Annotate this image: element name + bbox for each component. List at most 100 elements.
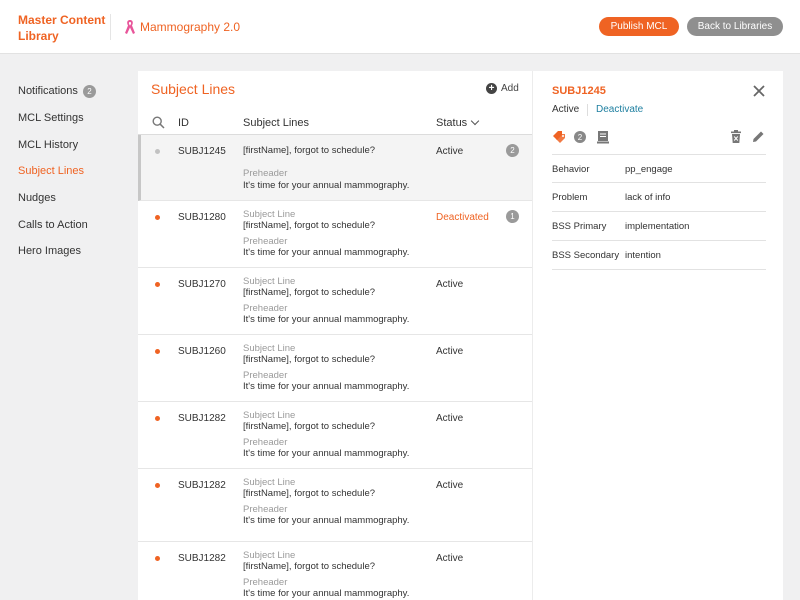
row-status-dot [155, 282, 160, 287]
sidebar-nav: Notifications 2 MCL Settings MCL History… [18, 78, 128, 265]
comment-count-badge[interactable]: 2 [574, 131, 586, 143]
trash-icon[interactable] [730, 130, 742, 144]
sidebar-item-label: Hero Images [18, 245, 81, 258]
detail-title: SUBJ1245 [552, 85, 606, 97]
table-row[interactable]: SUBJ1282 Subject Line [firstName], forgo… [138, 542, 532, 600]
row-subject-label: Subject Line [243, 343, 296, 354]
row-status: Active [436, 553, 464, 564]
row-preheader-label: Preheader [243, 168, 288, 179]
row-id: SUBJ1282 [178, 553, 226, 564]
detail-toolbar: 2 [552, 130, 766, 144]
row-preheader: It's time for your annual mammography. [243, 588, 410, 599]
row-id: SUBJ1260 [178, 346, 226, 357]
field-key-bss-secondary: BSS Secondary [552, 250, 620, 261]
table-row[interactable]: SUBJ1245 [firstName], forgot to schedule… [138, 135, 532, 201]
publish-mcl-button[interactable]: Publish MCL [599, 17, 679, 36]
row-id: SUBJ1282 [178, 480, 226, 491]
sidebar-item-label: Subject Lines [18, 165, 85, 178]
tags-icon[interactable] [552, 130, 567, 144]
sidebar-item-mcl-settings[interactable]: MCL Settings [18, 105, 128, 132]
table-row[interactable]: SUBJ1282 Subject Line [firstName], forgo… [138, 402, 532, 469]
row-preheader: It's time for your annual mammography. [243, 381, 410, 392]
row-subject-line: [firstName], forgot to schedule? [243, 561, 376, 572]
status-divider [587, 104, 588, 116]
document-icon[interactable] [597, 130, 609, 144]
field-key-bss-primary: BSS Primary [552, 221, 607, 232]
field-value-problem: lack of info [625, 192, 671, 203]
row-id: SUBJ1280 [178, 212, 226, 223]
brand-logo-text[interactable]: Master Content Library [18, 12, 108, 44]
add-label: Add [501, 83, 519, 94]
top-bar: Master Content Library Mammography 2.0 P… [0, 0, 800, 54]
plus-icon: + [486, 83, 497, 94]
detail-fields: Behavior pp_engage Problem lack of info … [552, 154, 766, 270]
row-subject-line: [firstName], forgot to schedule? [243, 287, 376, 298]
row-subject-line: [firstName], forgot to schedule? [243, 354, 376, 365]
detail-panel: SUBJ1245 Active Deactivate 2 Behavior pp… [532, 71, 783, 600]
row-subject-label: Subject Line [243, 410, 296, 421]
back-to-libraries-button[interactable]: Back to Libraries [687, 17, 783, 36]
chevron-down-icon [470, 116, 480, 126]
detail-field-row: BSS Primary implementation [552, 212, 766, 241]
row-status: Active [436, 346, 464, 357]
comment-count-badge[interactable]: 1 [506, 210, 519, 223]
brand-divider [110, 14, 111, 40]
row-preheader: It's time for your annual mammography. [243, 515, 410, 526]
product-title: Mammography 2.0 [124, 19, 240, 35]
row-preheader: It's time for your annual mammography. [243, 314, 410, 325]
edit-pencil-icon[interactable] [752, 130, 765, 143]
field-value-behavior: pp_engage [625, 164, 673, 175]
detail-field-row: Problem lack of info [552, 183, 766, 212]
table-header: ID Subject Lines Status [138, 111, 532, 135]
row-subject-line: [firstName], forgot to schedule? [243, 220, 376, 231]
row-preheader-label: Preheader [243, 303, 288, 314]
detail-status: Active [552, 104, 580, 115]
sidebar-item-mcl-history[interactable]: MCL History [18, 131, 128, 158]
column-header-id: ID [178, 117, 189, 129]
sidebar-item-subject-lines[interactable]: Subject Lines [18, 158, 128, 185]
detail-field-row: Behavior pp_engage [552, 154, 766, 183]
search-icon[interactable] [152, 116, 165, 129]
column-header-status[interactable]: Status [436, 116, 480, 129]
sidebar-item-label: MCL Settings [18, 112, 84, 125]
awareness-ribbon-icon [125, 20, 135, 34]
table-row[interactable]: SUBJ1280 Subject Line [firstName], forgo… [138, 201, 532, 268]
sidebar-item-label: Nudges [18, 192, 56, 205]
row-subject-label: Subject Line [243, 477, 296, 488]
row-preheader-label: Preheader [243, 577, 288, 588]
row-subject-line: [firstName], forgot to schedule? [243, 145, 376, 156]
row-status-dot [155, 215, 160, 220]
page-title: Subject Lines [151, 81, 236, 97]
sidebar-item-calls-to-action[interactable]: Calls to Action [18, 211, 128, 238]
row-id: SUBJ1245 [178, 146, 226, 157]
column-header-status-label: Status [436, 117, 468, 129]
notification-count-badge: 2 [82, 84, 96, 98]
sidebar-item-hero-images[interactable]: Hero Images [18, 238, 128, 265]
row-status-dot [155, 556, 160, 561]
row-id: SUBJ1270 [178, 279, 226, 290]
row-subject-line: [firstName], forgot to schedule? [243, 488, 376, 499]
row-preheader-label: Preheader [243, 236, 288, 247]
column-header-subject-lines: Subject Lines [243, 117, 310, 129]
row-preheader-label: Preheader [243, 370, 288, 381]
row-status: Active [436, 279, 464, 290]
row-subject-label: Subject Line [243, 209, 296, 220]
field-key-problem: Problem [552, 192, 588, 203]
row-status: Active [436, 413, 464, 424]
row-preheader: It's time for your annual mammography. [243, 448, 410, 459]
comment-count-badge[interactable]: 2 [506, 144, 519, 157]
table-row[interactable]: SUBJ1270 Subject Line [firstName], forgo… [138, 268, 532, 335]
row-status-dot [155, 149, 160, 154]
table-row[interactable]: SUBJ1282 Subject Line [firstName], forgo… [138, 469, 532, 542]
sidebar-item-notifications[interactable]: Notifications 2 [18, 78, 128, 105]
row-preheader-label: Preheader [243, 437, 288, 448]
subject-lines-panel: Subject Lines + Add ID Subject Lines Sta… [138, 71, 532, 600]
table-row[interactable]: SUBJ1260 Subject Line [firstName], forgo… [138, 335, 532, 402]
sidebar-item-nudges[interactable]: Nudges [18, 185, 128, 212]
add-button[interactable]: + Add [486, 83, 519, 94]
field-value-bss-primary: implementation [625, 221, 690, 232]
deactivate-link[interactable]: Deactivate [596, 104, 643, 115]
row-status: Active [436, 480, 464, 491]
row-preheader: It's time for your annual mammography. [243, 180, 410, 191]
close-icon[interactable] [752, 84, 766, 98]
